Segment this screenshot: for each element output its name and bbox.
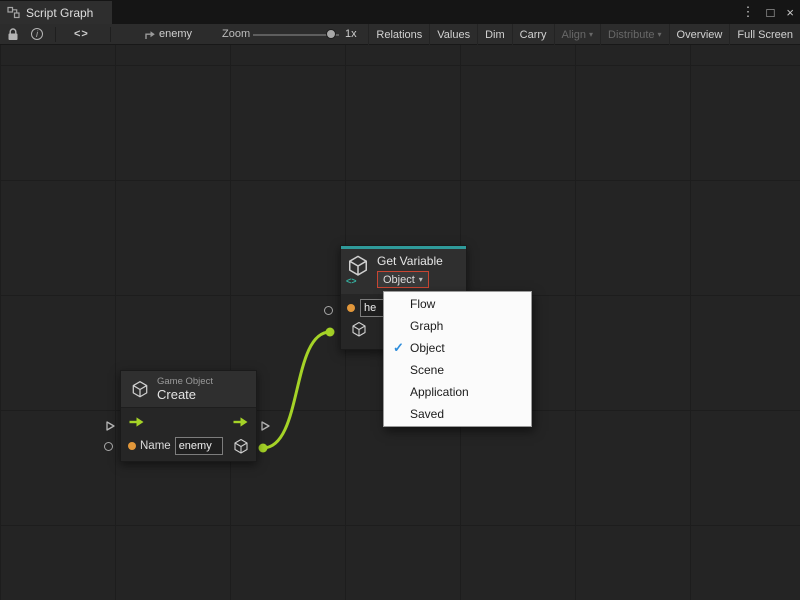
value-port-dot[interactable] (347, 304, 355, 312)
maximize-button[interactable]: □ (767, 5, 775, 20)
toolbar-buttons: Relations Values Dim Carry Align ▾ Distr… (368, 24, 800, 45)
zoom-label: Zoom (222, 28, 250, 40)
game-object-port-icon[interactable] (351, 321, 367, 338)
dropdown-item-label: Scene (410, 363, 444, 377)
check-icon: ✓ (384, 340, 410, 356)
create-name-in-port[interactable] (104, 442, 113, 451)
dropdown-item-application[interactable]: Application (384, 381, 531, 403)
node-header: <> Get Variable Object ▾ (341, 249, 466, 294)
chevron-down-icon: ▾ (658, 30, 662, 39)
script-graph-icon (7, 6, 20, 19)
dropdown-item-graph[interactable]: Graph (384, 315, 531, 337)
toolbar: i <> enemy Zoom 1x Relations Values Dim (0, 24, 800, 45)
chevron-down-icon: ▾ (589, 30, 593, 39)
scope-dropdown-button[interactable]: Object ▾ (377, 271, 429, 288)
fullscreen-button[interactable]: Full Screen (730, 24, 800, 45)
toolbar-separator (55, 27, 56, 42)
graph-canvas[interactable]: <> Get Variable Object ▾ (0, 45, 800, 600)
script-graph-window: Script Graph ⋮ □ × i <> enemy Zoom 1x R (0, 0, 800, 600)
lock-icon[interactable] (7, 28, 19, 41)
dropdown-item-label: Saved (410, 407, 444, 421)
node-game-object-create[interactable]: Game Object Create Name (120, 370, 257, 462)
title-bar: Script Graph ⋮ □ × (0, 0, 800, 24)
dropdown-item-label: Graph (410, 319, 443, 333)
button-label: Dim (485, 29, 505, 41)
overview-button[interactable]: Overview (670, 24, 730, 45)
graph-breadcrumb-icon (144, 29, 156, 41)
node-title: Create (157, 387, 213, 402)
chevron-down-icon: ▾ (419, 275, 423, 284)
get-variable-target-port[interactable] (326, 328, 335, 337)
info-icon[interactable]: i (31, 28, 43, 40)
create-output-port[interactable] (259, 444, 268, 453)
variable-cube-icon: <> (347, 254, 371, 284)
align-button[interactable]: Align ▾ (555, 24, 600, 45)
dropdown-item-flow[interactable]: Flow (384, 293, 531, 315)
distribute-button[interactable]: Distribute ▾ (601, 24, 668, 45)
code-badge-icon: <> (346, 276, 357, 286)
dropdown-item-label: Object (410, 341, 445, 355)
button-label: Carry (520, 29, 547, 41)
dim-button[interactable]: Dim (478, 24, 512, 45)
dropdown-item-scene[interactable]: Scene (384, 359, 531, 381)
toolbar-separator (110, 27, 111, 42)
graph-name-breadcrumb[interactable]: enemy (159, 28, 192, 40)
values-button[interactable]: Values (430, 24, 477, 45)
dropdown-item-label: Application (410, 385, 469, 399)
flow-out-arrow-icon[interactable] (232, 416, 249, 428)
node-body: Name (121, 407, 256, 461)
close-button[interactable]: × (786, 5, 794, 20)
window-controls: ⋮ □ × (742, 0, 794, 24)
scope-dropdown-menu: Flow Graph ✓ Object Scene Application Sa… (383, 291, 532, 427)
game-object-output-icon[interactable] (233, 438, 249, 455)
name-input[interactable] (175, 437, 223, 455)
game-object-cube-icon (131, 380, 149, 399)
button-label: Align (562, 29, 586, 41)
relations-button[interactable]: Relations (369, 24, 429, 45)
node-header: Game Object Create (121, 371, 256, 407)
button-label: Distribute (608, 29, 654, 41)
button-label: Full Screen (737, 29, 793, 41)
tab-title: Script Graph (26, 6, 93, 20)
value-port-dot[interactable] (128, 442, 136, 450)
node-title: Get Variable (377, 254, 443, 268)
get-variable-name-in-port[interactable] (324, 306, 333, 315)
connection-wire[interactable] (263, 332, 330, 448)
button-label: Relations (376, 29, 422, 41)
button-label: Values (437, 29, 470, 41)
create-flow-out-port[interactable] (259, 420, 271, 432)
carry-button[interactable]: Carry (513, 24, 554, 45)
code-icon[interactable]: <> (74, 28, 89, 40)
node-type-label: Game Object (157, 376, 213, 387)
create-flow-in-port[interactable] (104, 420, 116, 432)
window-menu-button[interactable]: ⋮ (742, 4, 755, 20)
tab-script-graph[interactable]: Script Graph (0, 1, 112, 24)
dropdown-item-label: Flow (410, 297, 435, 311)
dropdown-item-saved[interactable]: Saved (384, 403, 531, 425)
name-label: Name (140, 440, 171, 452)
button-label: Overview (677, 29, 723, 41)
zoom-value: 1x (345, 28, 357, 40)
dropdown-item-object[interactable]: ✓ Object (384, 337, 531, 359)
zoom-slider-handle[interactable] (326, 29, 336, 39)
scope-label: Object (383, 274, 415, 286)
flow-in-arrow-icon[interactable] (128, 416, 145, 428)
